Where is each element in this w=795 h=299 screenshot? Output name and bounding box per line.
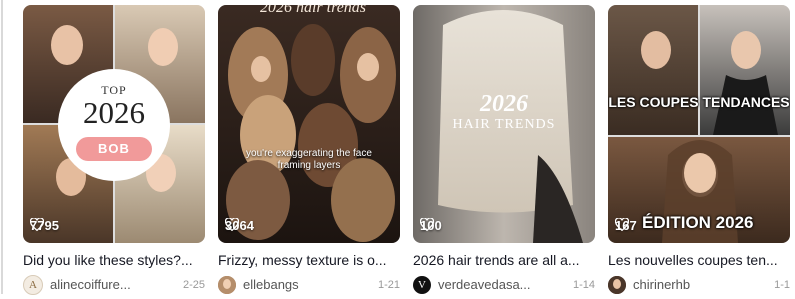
video-caption[interactable]: 2026 hair trends are all a... [413, 252, 595, 268]
video-thumbnail[interactable]: 2026 HAIR TRENDS 100 [413, 5, 595, 243]
author-username[interactable]: chirinerhb [633, 277, 770, 292]
left-rail [0, 0, 8, 294]
author-username[interactable]: alinecoiffure... [50, 277, 179, 292]
salon-logo-icon[interactable]: A [23, 274, 43, 295]
avatar-face [608, 275, 626, 294]
author-row[interactable]: A alinecoiffure... 2-25 [23, 274, 205, 295]
heart-icon [225, 218, 239, 231]
rail-line [1, 0, 3, 294]
video-grid: TOP 2026 BOB 7795 Did you like these sty… [23, 5, 795, 295]
video-card[interactable]: 2026 HAIR TRENDS 100 2026 hair trends ar… [413, 5, 595, 294]
author-row[interactable]: ellebangs 1-21 [218, 275, 400, 294]
like-count: 100 [420, 218, 442, 233]
post-date: 2-25 [182, 278, 205, 291]
video-card[interactable]: LES COUPES TENDANCES ÉDITION 2026 167 Le… [608, 5, 790, 294]
author-row[interactable]: chirinerhb 1-1 [608, 275, 790, 294]
heart-icon [420, 218, 434, 231]
thumbnail-trend-text: HAIR TRENDS [452, 117, 556, 132]
author-username[interactable]: verdeavedasa... [438, 277, 569, 292]
video-thumbnail[interactable]: LES COUPES TENDANCES ÉDITION 2026 167 [608, 5, 790, 243]
post-date: 1-21 [377, 278, 400, 291]
avatar-face [218, 275, 236, 294]
post-date: 1-14 [572, 278, 595, 291]
video-card[interactable]: TOP 2026 BOB 7795 Did you like these sty… [23, 5, 205, 295]
like-count: 7795 [30, 218, 59, 233]
heart-icon [615, 218, 629, 231]
video-caption[interactable]: Did you like these styles?... [23, 252, 205, 268]
v-logo-icon[interactable]: V [413, 275, 431, 294]
thumbnail-collage [218, 5, 400, 243]
post-date: 1-1 [774, 278, 790, 291]
profile-photo-icon[interactable] [608, 275, 626, 294]
thumbnail-collage [608, 5, 790, 243]
thumbnail-header-text: LES COUPES TENDANCES [608, 94, 790, 110]
thumbnail-edition-text: ÉDITION 2026 [642, 213, 754, 232]
like-count: 167 [615, 218, 637, 233]
video-caption[interactable]: Les nouvelles coupes ten... [608, 252, 790, 268]
like-count: 3064 [225, 218, 254, 233]
video-thumbnail[interactable]: TOP 2026 BOB 7795 [23, 5, 205, 243]
video-caption[interactable]: Frizzy, messy texture is o... [218, 252, 400, 268]
heart-icon [30, 218, 44, 231]
thumbnail-subtitle: you're exaggerating the face framing lay… [246, 148, 372, 171]
thumbnail-year-text: 2026 [480, 91, 528, 117]
video-card[interactable]: 2026 hair trends you're exaggerating the… [218, 5, 400, 294]
author-row[interactable]: V verdeavedasa... 1-14 [413, 275, 595, 294]
badge-bob-pill: BOB [76, 137, 152, 161]
video-thumbnail[interactable]: 2026 hair trends you're exaggerating the… [218, 5, 400, 243]
badge-year: 2026 [83, 95, 145, 130]
profile-photo-icon[interactable] [218, 275, 236, 294]
top-bob-badge: TOP 2026 BOB [58, 69, 170, 181]
author-username[interactable]: ellebangs [243, 277, 374, 292]
thumbnail-header-text: 2026 hair trends [259, 5, 367, 16]
